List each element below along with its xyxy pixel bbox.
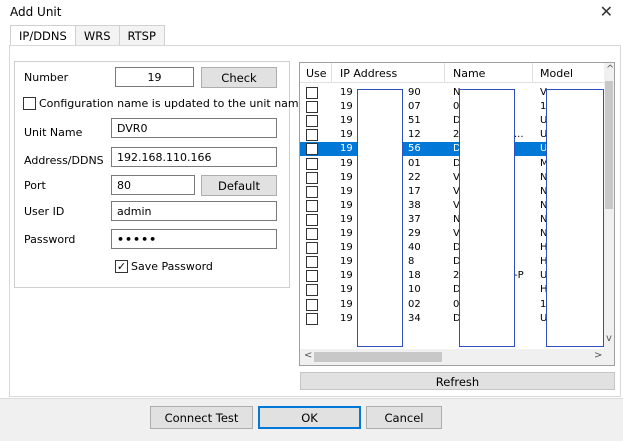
cancel-button[interactable]: Cancel xyxy=(366,406,442,429)
row-use-checkbox[interactable] xyxy=(306,256,318,269)
port-field[interactable]: 80 xyxy=(111,175,195,195)
row-use-checkbox[interactable] xyxy=(306,143,318,156)
row-ip-right: 29 xyxy=(408,228,421,239)
row-ip-left: 19 xyxy=(340,312,353,324)
tab-wrs[interactable]: WRS xyxy=(74,25,120,45)
row-ip-left: 19 xyxy=(340,101,353,113)
column-header-model[interactable]: Model xyxy=(540,67,573,80)
row-ip-right: 17 xyxy=(408,185,421,197)
row-ip-right: 01 xyxy=(408,157,421,169)
row-ip-right: 34 xyxy=(408,312,421,324)
save-password-label: Save Password xyxy=(131,260,213,273)
dialog-button-bar: Connect Test OK Cancel xyxy=(0,398,623,441)
row-ip-left: 19 xyxy=(340,228,353,239)
password-label: Password xyxy=(24,233,76,246)
row-use-checkbox[interactable] xyxy=(306,270,318,283)
connect-test-button[interactable]: Connect Test xyxy=(150,406,253,429)
unit-name-field[interactable]: DVR0 xyxy=(111,118,277,138)
row-ip-left: 19 xyxy=(340,298,353,310)
column-header-name[interactable]: Name xyxy=(453,67,485,80)
config-name-checkbox[interactable] xyxy=(23,97,36,110)
port-label: Port xyxy=(24,179,46,192)
address-field[interactable]: 192.168.110.166 xyxy=(111,147,277,167)
refresh-button[interactable]: Refresh xyxy=(300,372,615,390)
number-label: Number xyxy=(24,71,69,84)
redaction-box-name xyxy=(459,89,515,347)
row-ip-left: 19 xyxy=(340,213,353,225)
column-header-use[interactable]: Use xyxy=(306,67,327,80)
column-header-ip-address[interactable]: IP Address xyxy=(340,67,397,80)
row-ip-right: 56 xyxy=(408,143,421,155)
row-ip-right: 51 xyxy=(408,115,421,127)
row-ip-right: 22 xyxy=(408,171,421,183)
horizontal-scrollbar[interactable]: < > xyxy=(300,349,614,365)
row-use-checkbox[interactable] xyxy=(306,298,318,311)
row-ip-right: 37 xyxy=(408,213,421,225)
row-ip-right: 40 xyxy=(408,242,421,254)
vertical-scrollbar[interactable]: ^ v xyxy=(604,63,614,349)
row-ip-left: 19 xyxy=(340,143,353,155)
row-ip-left: 19 xyxy=(340,87,353,98)
row-use-checkbox[interactable] xyxy=(306,101,318,114)
row-ip-right: 38 xyxy=(408,199,421,211)
row-ip-right: 02 xyxy=(408,298,421,310)
row-use-checkbox[interactable] xyxy=(306,228,318,240)
device-table[interactable]: Use IP Address Name Model 19 90 N V 19 07 0 1 19… xyxy=(299,62,615,366)
unit-name-label: Unit Name xyxy=(24,126,83,139)
vertical-scroll-thumb[interactable] xyxy=(605,81,613,209)
row-ip-left: 19 xyxy=(340,199,353,211)
close-icon[interactable]: ✕ xyxy=(600,2,613,21)
row-ip-right: 18 xyxy=(408,270,421,282)
row-use-checkbox[interactable] xyxy=(306,171,318,184)
row-name-right: -P xyxy=(514,270,524,282)
row-ip-left: 19 xyxy=(340,115,353,127)
row-use-checkbox[interactable] xyxy=(306,312,318,325)
number-field[interactable]: 19 xyxy=(115,67,194,87)
address-label: Address/DDNS xyxy=(24,154,104,167)
row-use-checkbox[interactable] xyxy=(306,185,318,198)
row-ip-right: 10 xyxy=(408,284,421,296)
row-ip-left: 19 xyxy=(340,270,353,282)
scroll-right-icon[interactable]: > xyxy=(594,350,602,361)
row-ip-left: 19 xyxy=(340,284,353,296)
row-use-checkbox[interactable] xyxy=(306,242,318,255)
row-ip-left: 19 xyxy=(340,171,353,183)
default-button[interactable]: Default xyxy=(201,175,277,196)
tab-rtsp[interactable]: RTSP xyxy=(118,25,165,45)
tab-ip-ddns[interactable]: IP/DDNS xyxy=(10,25,76,45)
table-header: Use IP Address Name Model xyxy=(300,63,606,83)
row-ip-right: 90 xyxy=(408,87,421,98)
redaction-box-model xyxy=(546,89,604,347)
scroll-down-icon[interactable]: v xyxy=(606,333,612,344)
row-use-checkbox[interactable] xyxy=(306,199,318,212)
config-name-checkbox-label: Configuration name is updated to the uni… xyxy=(39,97,306,110)
scroll-up-icon[interactable]: ^ xyxy=(606,64,614,75)
row-ip-left: 19 xyxy=(340,185,353,197)
row-ip-left: 19 xyxy=(340,256,353,268)
horizontal-scroll-thumb[interactable] xyxy=(314,352,442,362)
row-use-checkbox[interactable] xyxy=(306,157,318,170)
ok-button[interactable]: OK xyxy=(258,406,361,429)
row-use-checkbox[interactable] xyxy=(306,129,318,142)
row-use-checkbox[interactable] xyxy=(306,87,318,99)
password-field[interactable]: ••••• xyxy=(111,229,277,249)
user-id-field[interactable]: admin xyxy=(111,201,277,221)
row-use-checkbox[interactable] xyxy=(306,213,318,226)
tab-bar: IP/DDNS WRS RTSP xyxy=(10,25,165,45)
check-button[interactable]: Check xyxy=(201,67,277,88)
row-name-right: ... xyxy=(514,129,524,141)
row-use-checkbox[interactable] xyxy=(306,284,318,297)
window-title: Add Unit xyxy=(10,5,62,19)
save-password-checkbox[interactable]: ✓ xyxy=(115,260,128,273)
row-ip-right: 12 xyxy=(408,129,421,141)
row-ip-left: 19 xyxy=(340,129,353,141)
row-ip-left: 19 xyxy=(340,242,353,254)
user-id-label: User ID xyxy=(24,205,65,218)
scroll-left-icon[interactable]: < xyxy=(304,350,312,361)
row-ip-right: 07 xyxy=(408,101,421,113)
row-use-checkbox[interactable] xyxy=(306,115,318,128)
row-ip-right: 8 xyxy=(408,256,415,268)
row-ip-left: 19 xyxy=(340,157,353,169)
redaction-box-ip xyxy=(357,89,403,347)
